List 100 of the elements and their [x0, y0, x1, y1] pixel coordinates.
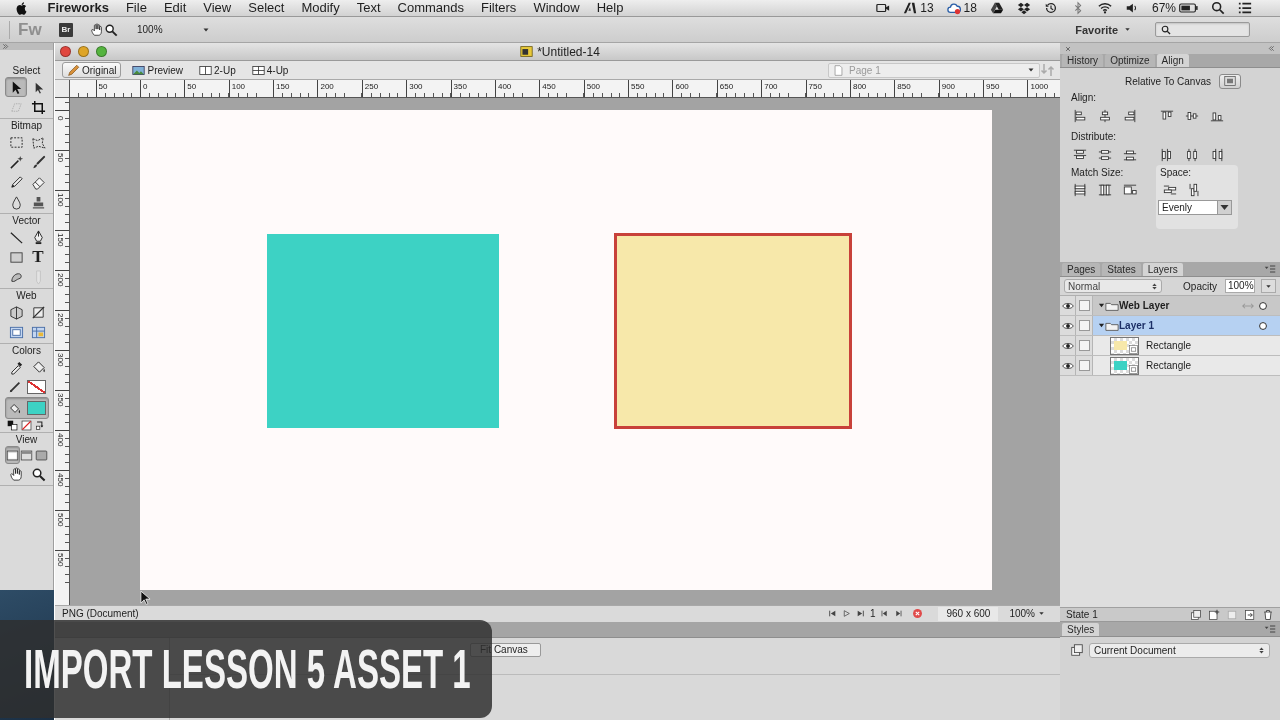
style-library-dropdown[interactable]: Current Document [1089, 642, 1270, 658]
color-swatch-icon[interactable] [27, 380, 46, 394]
disclosure-triangle-icon[interactable] [1098, 302, 1105, 309]
panel-tab[interactable]: Optimize [1105, 54, 1155, 67]
double-chevron-icon[interactable] [2, 43, 9, 50]
circle-icon[interactable] [1258, 320, 1268, 331]
panel-tab[interactable]: History [1062, 54, 1104, 67]
view-tab[interactable]: 4-Up [246, 62, 294, 78]
distribute-middle-icon[interactable] [1098, 148, 1112, 162]
align-top-icon[interactable] [1160, 109, 1174, 123]
canvas-toggle-button[interactable] [1219, 73, 1241, 89]
menu-item[interactable]: Edit [155, 0, 195, 16]
lock-checkbox[interactable] [1078, 340, 1090, 351]
menu-item[interactable]: Modify [292, 0, 349, 16]
layer-row[interactable]: Layer 1 [1060, 316, 1280, 336]
close-icon[interactable] [1065, 45, 1071, 52]
zoom-level-dropdown[interactable]: 100% [137, 24, 210, 35]
view-tab[interactable]: Original [62, 62, 122, 78]
workspace-dropdown[interactable]: Favorite [1075, 23, 1131, 36]
menu-item[interactable]: File [117, 0, 156, 16]
box-logo-icon[interactable] [1016, 1, 1031, 15]
error-circle-icon[interactable] [912, 608, 924, 619]
align-left-icon[interactable] [1073, 109, 1087, 123]
trash-icon[interactable] [1262, 608, 1274, 621]
align-bottom-icon[interactable] [1210, 109, 1224, 123]
match-height-icon[interactable] [1098, 183, 1112, 197]
match-size-icon[interactable] [1123, 183, 1137, 197]
wifi-icon[interactable] [1097, 1, 1112, 15]
step-back-icon[interactable] [880, 609, 890, 618]
play-icon[interactable] [841, 609, 851, 618]
battery-icon[interactable] [1179, 3, 1198, 13]
menu-item[interactable]: Select [239, 0, 293, 16]
space-horizontal-icon[interactable] [1163, 183, 1177, 197]
menu-item[interactable]: Filters [472, 0, 525, 16]
menu-item[interactable]: Commands [389, 0, 473, 16]
layer-row[interactable]: Web Layer [1060, 296, 1280, 316]
zoom-dropdown[interactable]: 100% [1009, 608, 1045, 619]
page-plus-icon[interactable] [1208, 608, 1220, 621]
panel-tab[interactable]: States [1102, 263, 1141, 276]
match-width-icon[interactable] [1073, 183, 1087, 197]
speaker-icon[interactable] [1124, 1, 1139, 15]
layer-row[interactable]: Rectangle [1060, 336, 1280, 356]
opacity-field[interactable]: 100% [1225, 279, 1255, 293]
panel-tab[interactable]: Layers [1142, 263, 1183, 276]
panel-tab[interactable]: Pages [1062, 263, 1101, 276]
video-camera-icon[interactable] [876, 1, 891, 15]
align-middle-icon[interactable] [1185, 109, 1199, 123]
magnifier-icon[interactable] [104, 22, 118, 37]
panel-tab[interactable]: Align [1156, 54, 1189, 67]
minimize-button[interactable] [78, 46, 89, 57]
lock-checkbox[interactable] [1078, 360, 1090, 371]
skip-forward-icon[interactable] [855, 609, 865, 618]
panel-tab[interactable]: Styles [1062, 623, 1100, 636]
space-vertical-icon[interactable] [1187, 183, 1201, 197]
stacked-squares-icon[interactable] [1070, 643, 1084, 657]
menu-item[interactable]: View [194, 0, 240, 16]
hand-icon[interactable] [90, 22, 104, 37]
launcher-button[interactable]: Br [59, 22, 73, 37]
apple-logo-icon[interactable] [15, 1, 29, 15]
circle-icon[interactable] [1258, 300, 1268, 311]
lock-checkbox[interactable] [1078, 320, 1090, 331]
distribute-left-icon[interactable] [1160, 148, 1174, 162]
distribute-center-icon[interactable] [1185, 148, 1199, 162]
color-swatch-icon[interactable] [27, 401, 46, 415]
logo-icon[interactable] [903, 1, 918, 15]
opacity-dropdown-button[interactable] [1261, 279, 1276, 293]
app-menu[interactable]: Fireworks [39, 0, 118, 16]
view-tab[interactable]: Preview [127, 62, 189, 78]
maximize-button[interactable] [96, 46, 107, 57]
align-center-icon[interactable] [1098, 109, 1112, 123]
menu-item[interactable]: Window [524, 0, 589, 16]
distribute-top-icon[interactable] [1073, 148, 1087, 162]
menu-item[interactable]: Help [588, 0, 632, 16]
cloud-icon[interactable] [946, 1, 961, 15]
distribute-right-icon[interactable] [1210, 148, 1224, 162]
distribute-bottom-icon[interactable] [1123, 148, 1137, 162]
list-icon[interactable] [1238, 1, 1252, 15]
menu-item[interactable]: Text [348, 0, 389, 16]
view-tab[interactable]: 2-Up [194, 62, 241, 78]
skip-back-icon[interactable] [827, 609, 837, 618]
search-field[interactable] [1155, 22, 1250, 37]
blend-mode-dropdown[interactable]: Normal [1064, 279, 1162, 293]
clock-icon[interactable] [1043, 1, 1058, 15]
triangle-logo-icon[interactable] [989, 1, 1004, 15]
standard-screen-button[interactable] [5, 446, 20, 464]
stacked-pages-icon[interactable] [1190, 608, 1202, 621]
pointer-tool[interactable] [5, 77, 27, 97]
step-forward-icon[interactable] [894, 609, 904, 618]
double-chevron-icon[interactable] [1268, 45, 1275, 52]
no-color-button[interactable] [19, 419, 33, 431]
close-button[interactable] [60, 46, 71, 57]
disclosure-triangle-icon[interactable] [1098, 322, 1105, 329]
align-right-icon[interactable] [1123, 109, 1137, 123]
lock-checkbox[interactable] [1078, 300, 1090, 311]
search-icon[interactable] [1211, 1, 1225, 15]
text-tool[interactable]: T [27, 247, 49, 267]
fill-color-button[interactable] [5, 397, 49, 419]
layer-row[interactable]: Rectangle [1060, 356, 1280, 376]
spacing-dropdown[interactable]: Evenly [1158, 200, 1232, 215]
default-colors-button[interactable] [5, 419, 19, 431]
